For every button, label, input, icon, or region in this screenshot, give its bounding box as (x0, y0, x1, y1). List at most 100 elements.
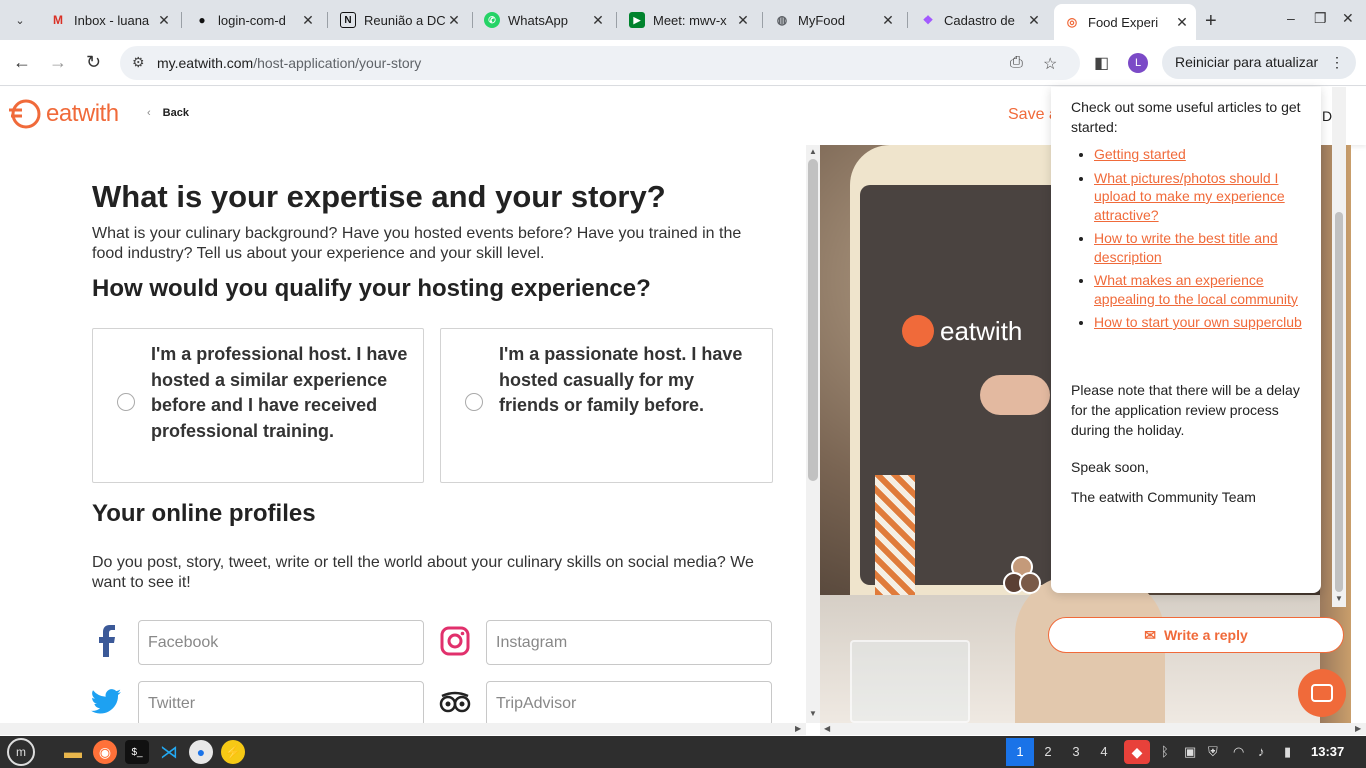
facebook-icon (90, 625, 122, 657)
chat-scrollbar[interactable]: ▼ (1332, 87, 1346, 607)
article-link[interactable]: Getting started (1094, 145, 1304, 164)
minimize-icon[interactable]: – (1287, 10, 1295, 26)
volume-icon[interactable]: ♪ (1258, 744, 1265, 759)
wifi-icon[interactable]: ◠ (1233, 744, 1244, 760)
sign-off: Speak soon, (1071, 459, 1149, 475)
page-intro: What is your culinary background? Have y… (92, 225, 742, 262)
browser-toolbar: ← → ↻ ⚙ my.eatwith.com/host-application/… (0, 40, 1366, 86)
site-settings-icon[interactable]: ⚙ (132, 54, 145, 71)
workspace-2[interactable]: 2 (1034, 738, 1062, 766)
radio-professional[interactable] (117, 393, 135, 411)
tab-meet[interactable]: ▶ Meet: mwv-x ✕ (619, 6, 757, 34)
folder-icon[interactable]: ▬ (61, 740, 85, 764)
tab-food-experience[interactable]: ◎ Food Experi ✕ (1054, 4, 1196, 40)
chat-bubble-icon (1311, 684, 1333, 702)
write-reply-button[interactable]: ✉ Write a reply (1048, 617, 1344, 653)
scroll-right-arrow-icon[interactable]: ▶ (1355, 724, 1361, 733)
scroll-right-arrow-icon[interactable]: ▶ (795, 724, 801, 733)
side-panel-icon[interactable]: ◧ (1094, 53, 1109, 73)
forward-arrow-icon[interactable]: → (49, 52, 67, 73)
profiles-intro: Do you post, story, tweet, write or tell… (92, 554, 754, 591)
form-content: What is your expertise and your story? W… (0, 145, 806, 723)
tab-whatsapp[interactable]: ✆ WhatsApp ✕ (474, 6, 612, 34)
tab-notion[interactable]: N Reunião a DC ✕ (330, 6, 468, 34)
scrollbar-thumb[interactable] (808, 159, 818, 481)
github-icon: ● (198, 13, 206, 27)
vscode-icon[interactable]: ⋊ (157, 740, 181, 764)
tab-github[interactable]: ● login-com-d ✕ (184, 6, 322, 34)
back-arrow-icon[interactable]: ← (13, 52, 31, 73)
instagram-input[interactable]: Instagram (486, 620, 772, 665)
close-icon[interactable]: ✕ (446, 12, 462, 29)
url-text: my.eatwith.com/host-application/your-sto… (157, 55, 422, 71)
article-link[interactable]: What pictures/photos should I upload to … (1094, 169, 1304, 225)
close-icon[interactable]: ✕ (300, 12, 316, 29)
scroll-down-arrow-icon[interactable]: ▼ (809, 709, 817, 718)
power-app-icon[interactable]: ⚡ (221, 740, 245, 764)
anydesk-icon[interactable]: ◆ (1124, 740, 1150, 764)
team-signature: The eatwith Community Team (1071, 489, 1256, 505)
close-icon[interactable]: ✕ (1174, 14, 1190, 31)
close-icon[interactable]: ✕ (880, 12, 896, 29)
tab-search-icon[interactable]: ⌄ (8, 9, 32, 31)
team-avatars (1003, 556, 1043, 598)
clipboard-icon[interactable]: ▣ (1184, 744, 1196, 760)
window-close-icon[interactable]: ✕ (1342, 10, 1354, 27)
bookmark-star-icon[interactable]: ☆ (1043, 54, 1057, 74)
close-icon[interactable]: ✕ (735, 12, 751, 29)
article-link[interactable]: How to write the best title and descript… (1094, 229, 1304, 266)
chat-message-panel: Check out some useful articles to get st… (1051, 87, 1321, 593)
eatwith-logo[interactable]: eatwith (8, 99, 119, 129)
radio-passionate[interactable] (465, 393, 483, 411)
twitter-icon (90, 686, 122, 718)
tab-myfood[interactable]: ◍ MyFood ✕ (764, 6, 902, 34)
chrome-icon[interactable]: ● (189, 740, 213, 764)
horizontal-scrollbar[interactable]: ▶ (0, 723, 806, 735)
os-taskbar: m ▬ ◉ $_ ⋊ ● ⚡ 1 2 3 4 ◆ ᛒ ▣ ⛨ ◠ ♪ ▮ 13:… (0, 736, 1366, 768)
restart-to-update-button[interactable]: Reiniciar para atualizar ⋮ (1162, 46, 1356, 79)
option-passionate-host[interactable]: I'm a passionate host. I have hosted cas… (440, 328, 773, 483)
workspace-3[interactable]: 3 (1062, 738, 1090, 766)
notion-icon: N (340, 12, 356, 28)
tab-gmail[interactable]: M Inbox - luana ✕ (40, 6, 178, 34)
tripadvisor-input[interactable]: TripAdvisor (486, 681, 772, 723)
firefox-icon[interactable]: ◉ (93, 740, 117, 764)
article-link[interactable]: How to start your own supperclub (1094, 313, 1304, 332)
header-link-d[interactable]: D (1322, 108, 1332, 124)
article-link[interactable]: What makes an experience appealing to th… (1094, 271, 1304, 308)
mint-menu-icon[interactable]: m (7, 738, 35, 766)
more-menu-icon[interactable]: ⋮ (1330, 46, 1344, 79)
scroll-up-arrow-icon[interactable]: ▲ (809, 147, 817, 156)
globe-icon: ◍ (776, 13, 788, 27)
battery-icon[interactable]: ▮ (1284, 744, 1291, 760)
horizontal-scrollbar-right[interactable]: ◀ ▶ (820, 723, 1366, 735)
install-app-icon[interactable]: ⎙ (1010, 54, 1023, 72)
close-icon[interactable]: ✕ (1026, 12, 1042, 29)
envelope-icon: ✉ (1144, 627, 1156, 643)
close-icon[interactable]: ✕ (590, 12, 606, 29)
tab-figma[interactable]: ❖ Cadastro de ✕ (910, 6, 1048, 34)
workspace-1[interactable]: 1 (1006, 738, 1034, 766)
reload-icon[interactable]: ↻ (86, 52, 101, 73)
chevron-left-icon: ‹ (147, 107, 151, 119)
new-tab-icon[interactable]: + (1205, 10, 1217, 33)
bluetooth-icon[interactable]: ᛒ (1161, 744, 1169, 759)
close-icon[interactable]: ✕ (156, 12, 172, 29)
content-scrollbar[interactable]: ▲ ▼ (806, 145, 820, 723)
shield-icon[interactable]: ⛨ (1208, 744, 1218, 760)
terminal-icon[interactable]: $_ (125, 740, 149, 764)
option-professional-host[interactable]: I'm a professional host. I have hosted a… (92, 328, 424, 483)
workspace-4[interactable]: 4 (1090, 738, 1118, 766)
twitter-input[interactable]: Twitter (138, 681, 424, 723)
scroll-left-arrow-icon[interactable]: ◀ (824, 724, 830, 733)
avatar (1019, 572, 1041, 594)
facebook-input[interactable]: Facebook (138, 620, 424, 665)
profile-avatar[interactable]: L (1128, 53, 1148, 73)
scroll-down-arrow-icon[interactable]: ▼ (1335, 594, 1343, 603)
chat-launcher-button[interactable] (1298, 669, 1346, 717)
back-link[interactable]: ‹ Back (147, 107, 189, 119)
address-bar[interactable]: ⚙ my.eatwith.com/host-application/your-s… (120, 46, 1080, 80)
chat-scrollbar-thumb[interactable] (1335, 212, 1343, 592)
clock: 13:37 (1311, 744, 1345, 759)
maximize-icon[interactable]: ❐ (1314, 10, 1327, 27)
